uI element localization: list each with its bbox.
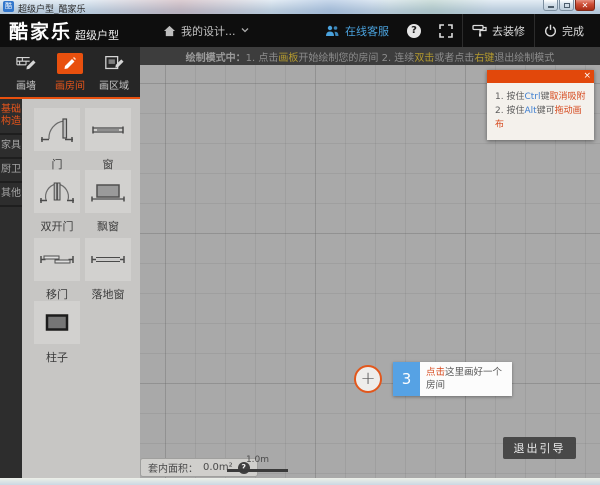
chevron-down-icon bbox=[241, 28, 249, 33]
category-tabrail: 基础构造 家具 厨卫 其他 bbox=[0, 99, 22, 478]
tip-line-ctrl: 1. 按住Ctrl键取消吸附 bbox=[495, 90, 589, 104]
hint-text: 或者点击 bbox=[434, 49, 474, 64]
hint-highlight-board: 画板 bbox=[278, 49, 298, 64]
power-icon bbox=[544, 24, 557, 37]
door-icon bbox=[37, 110, 77, 150]
scale-ruler: 1.0m bbox=[227, 455, 288, 472]
draw-mode-hintbar: 绘制模式中： 1. 点击 画板 开始绘制您的房间 2. 连续 双击 或者点击 右… bbox=[140, 47, 600, 65]
decorate-button[interactable]: 去装修 bbox=[463, 14, 534, 47]
tipbox-close-icon[interactable]: × bbox=[583, 70, 591, 83]
fullscreen-button[interactable] bbox=[430, 14, 462, 47]
close-button[interactable]: ✕ bbox=[575, 0, 595, 11]
palette-item-label: 柱子 bbox=[34, 349, 80, 365]
guide-action: 点击 bbox=[426, 367, 445, 378]
shortcut-tipbox: × 1. 按住Ctrl键取消吸附 2. 按住Alt键可拖动画布 bbox=[487, 70, 594, 140]
tool-draw-area[interactable]: 画区域 bbox=[92, 47, 136, 97]
app-logo: 酷家乐 bbox=[9, 17, 72, 44]
window-icon bbox=[88, 110, 128, 150]
window-bottom-border bbox=[0, 478, 600, 485]
draw-area-icon bbox=[103, 53, 125, 73]
draw-room-icon bbox=[62, 55, 78, 71]
online-service-label: 在线客服 bbox=[345, 23, 389, 39]
column-icon bbox=[37, 303, 77, 343]
guide-step-tooltip: 3 点击这里画好一个房间 bbox=[393, 362, 512, 396]
hint-highlight-rightclick: 右键 bbox=[474, 49, 494, 64]
close-icon: ✕ bbox=[582, 1, 589, 10]
decorate-label: 去装修 bbox=[492, 23, 525, 39]
tab-kitchen-bath[interactable]: 厨卫 bbox=[0, 159, 22, 183]
tab-furniture[interactable]: 家具 bbox=[0, 135, 22, 159]
paint-roller-icon bbox=[472, 24, 487, 37]
scale-label: 1.0m bbox=[227, 455, 288, 465]
palette-item-label: 移门 bbox=[34, 286, 80, 302]
home-icon bbox=[163, 25, 176, 37]
tool-label: 画区域 bbox=[99, 77, 129, 92]
tool-label: 画墙 bbox=[16, 77, 36, 92]
tipbox-body: 1. 按住Ctrl键取消吸附 2. 按住Alt键可拖动画布 bbox=[487, 83, 594, 140]
scale-bar bbox=[227, 469, 288, 472]
hint-text: 1. 点击 bbox=[246, 49, 279, 64]
finish-button[interactable]: 完成 bbox=[535, 14, 600, 47]
hint-text: 开始绘制您的房间 2. 连续 bbox=[298, 49, 414, 64]
french-window-icon bbox=[88, 240, 128, 280]
element-palette: 门 窗 bbox=[22, 99, 140, 478]
my-designs-menu[interactable]: 我的设计... bbox=[163, 23, 249, 39]
minimize-icon bbox=[548, 6, 554, 8]
palette-item-bay-window[interactable]: 飘窗 bbox=[85, 170, 131, 234]
palette-item-double-door[interactable]: 双开门 bbox=[34, 170, 80, 234]
sliding-door-icon bbox=[37, 240, 77, 280]
tool-draw-wall[interactable]: 画墙 bbox=[4, 47, 48, 97]
tab-basic-structure[interactable]: 基础构造 bbox=[0, 99, 22, 135]
draw-wall-icon bbox=[15, 53, 37, 73]
maximize-icon bbox=[564, 3, 570, 8]
my-designs-label: 我的设计... bbox=[181, 23, 236, 39]
alt-key-label: Alt bbox=[524, 106, 536, 116]
floorplan-canvas[interactable]: × 1. 按住Ctrl键取消吸附 2. 按住Alt键可拖动画布 + 3 点击这里… bbox=[140, 65, 600, 478]
minimize-button[interactable] bbox=[543, 0, 558, 11]
tip-line-alt: 2. 按住Alt键可拖动画布 bbox=[495, 104, 589, 132]
fullscreen-icon bbox=[439, 24, 453, 38]
help-button[interactable]: ? bbox=[398, 14, 430, 47]
ctrl-key-label: Ctrl bbox=[524, 92, 540, 102]
palette-item-label: 飘窗 bbox=[85, 218, 131, 234]
double-door-icon bbox=[37, 172, 77, 212]
hint-prefix: 绘制模式中： bbox=[186, 49, 246, 64]
window-title: 超级户型_酷家乐 bbox=[18, 2, 86, 15]
app-header: 酷家乐 超级户型 我的设计... 在线客服 ? bbox=[0, 14, 600, 47]
bay-window-icon bbox=[88, 172, 128, 212]
finish-label: 完成 bbox=[562, 23, 584, 39]
tipbox-header: × bbox=[487, 70, 594, 83]
palette-item-french-window[interactable]: 落地窗 bbox=[85, 238, 131, 302]
exit-guide-button[interactable]: 退出引导 bbox=[503, 437, 576, 459]
os-titlebar: 酷 超级户型_酷家乐 ✕ bbox=[0, 0, 600, 14]
maximize-button[interactable] bbox=[559, 0, 574, 11]
tool-draw-room[interactable]: 画房间 bbox=[48, 47, 92, 97]
palette-item-column[interactable]: 柱子 bbox=[34, 301, 80, 365]
palette-item-sliding-door[interactable]: 移门 bbox=[34, 238, 80, 302]
guide-step-text: 点击这里画好一个房间 bbox=[420, 362, 512, 396]
online-service-button[interactable]: 在线客服 bbox=[316, 14, 398, 47]
app-logo-suffix: 超级户型 bbox=[75, 27, 119, 43]
tool-label: 画房间 bbox=[55, 77, 85, 92]
hint-text: 退出绘制模式 bbox=[494, 49, 554, 64]
plus-icon: + bbox=[360, 368, 375, 389]
palette-item-label: 落地窗 bbox=[85, 286, 131, 302]
palette-item-label: 双开门 bbox=[34, 218, 80, 234]
help-icon: ? bbox=[407, 24, 421, 38]
customer-service-icon bbox=[325, 25, 340, 37]
add-room-button[interactable]: + bbox=[354, 365, 382, 393]
palette-item-window[interactable]: 窗 bbox=[85, 108, 131, 172]
hint-highlight-doubleclick: 双击 bbox=[414, 49, 434, 64]
guide-step-number: 3 bbox=[393, 362, 420, 396]
area-label: 套内面积： bbox=[148, 460, 198, 475]
palette-item-door[interactable]: 门 bbox=[34, 108, 80, 172]
app-icon: 酷 bbox=[3, 1, 14, 12]
tab-other[interactable]: 其他 bbox=[0, 183, 22, 207]
draw-toolbar: 画墙 画房间 画区域 bbox=[0, 47, 140, 97]
app-window: 酷 超级户型_酷家乐 ✕ 酷家乐 超级户型 我的设计... bbox=[0, 0, 600, 485]
